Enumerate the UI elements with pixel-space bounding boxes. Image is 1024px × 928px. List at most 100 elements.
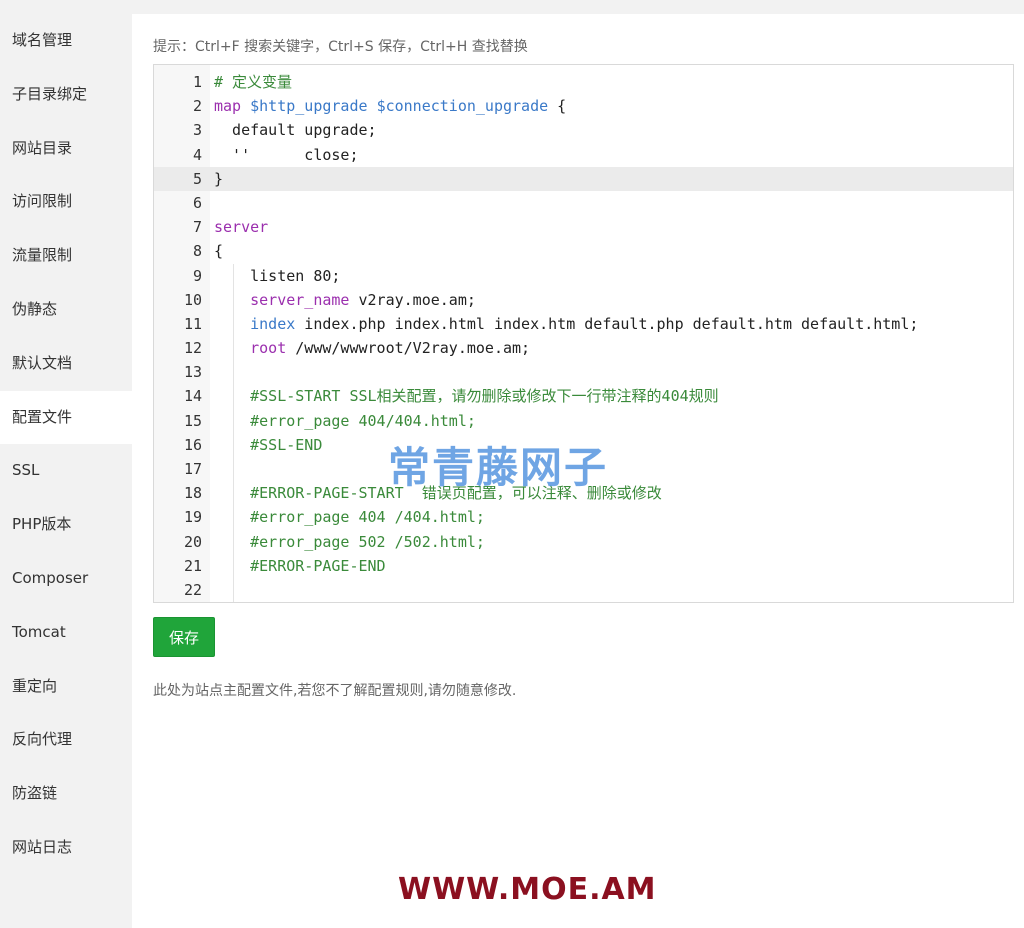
code-line[interactable]: 18 #ERROR-PAGE-START 错误页配置，可以注释、删除或修改 bbox=[154, 481, 1013, 506]
code-token-prop: server_name bbox=[250, 290, 350, 309]
top-bar bbox=[0, 0, 1024, 14]
code-token-plain: index.php index.html index.htm default.p… bbox=[295, 314, 919, 333]
code-line[interactable]: 20 #error_page 502 /502.html; bbox=[154, 529, 1013, 554]
line-code: #SSL-END bbox=[214, 433, 322, 457]
sidebar-item[interactable]: 域名管理 bbox=[0, 14, 132, 68]
sidebar-item[interactable]: Composer bbox=[0, 552, 132, 606]
code-token-var: $http_upgrade bbox=[250, 97, 368, 116]
sidebar-item[interactable]: 子目录绑定 bbox=[0, 68, 132, 122]
code-token-plain: default upgrade; bbox=[214, 121, 377, 140]
line-code: #ERROR-PAGE-END bbox=[214, 554, 386, 578]
line-code: '' close; bbox=[214, 143, 359, 167]
line-number: 8 bbox=[192, 242, 202, 261]
code-token-plain: '' close; bbox=[214, 145, 359, 164]
code-token-plain: } bbox=[214, 169, 224, 188]
code-line[interactable]: 11 index index.php index.html index.htm … bbox=[154, 311, 1013, 337]
code-content[interactable]: 1 # 定义变量 2 map $http_upgrade $connection_up… bbox=[154, 70, 1013, 602]
code-token-comment: #error_page 404 /404.html; bbox=[214, 508, 485, 527]
code-token-prop: root bbox=[250, 339, 287, 358]
code-token-comment: #error_page 404/404.html; bbox=[214, 411, 476, 430]
line-number: 18 bbox=[183, 484, 202, 503]
code-token-comment: #ERROR-PAGE-END bbox=[214, 556, 386, 575]
code-line[interactable]: 1 # 定义变量 bbox=[154, 70, 1013, 94]
line-number: 5 bbox=[154, 166, 202, 191]
line-code: # 定义变量 bbox=[214, 70, 292, 94]
code-line[interactable]: 6 bbox=[154, 191, 1013, 215]
line-code: server_name v2ray.moe.am; bbox=[214, 288, 476, 312]
sidebar-nav: 域名管理 子目录绑定 网站目录 访问限制 流量限制 伪静态 默认文档 配置文件 SSL PHP版本… bbox=[0, 14, 132, 928]
line-number: 21 bbox=[183, 556, 202, 575]
line-number: 9 bbox=[192, 266, 202, 285]
code-line[interactable]: 16 #SSL-END bbox=[154, 432, 1013, 457]
line-number: 14 bbox=[183, 387, 202, 406]
code-token-plain: { bbox=[214, 242, 224, 261]
code-token-comment: # 定义变量 bbox=[214, 73, 293, 91]
line-code: index index.php index.html index.htm def… bbox=[214, 312, 918, 336]
code-line[interactable]: 21 #ERROR-PAGE-END bbox=[154, 553, 1013, 578]
code-line[interactable]: 13 bbox=[154, 360, 1013, 385]
line-number: 11 bbox=[183, 314, 202, 333]
code-token-comment: #SSL-END bbox=[214, 435, 323, 454]
sidebar-item[interactable]: 流量限制 bbox=[0, 229, 132, 283]
sidebar-item[interactable]: 访问限制 bbox=[0, 175, 132, 229]
sidebar-item[interactable]: 配置文件 bbox=[0, 390, 132, 445]
line-number: 17 bbox=[183, 460, 202, 478]
sidebar-item[interactable]: Tomcat bbox=[0, 606, 132, 660]
line-code: #ERROR-PAGE-START 错误页配置，可以注释、删除或修改 bbox=[214, 481, 662, 505]
code-token-keyword: map bbox=[214, 97, 242, 116]
line-number: 16 bbox=[183, 435, 202, 454]
config-warning-note: 此处为站点主配置文件,若您不了解配置规则,请勿随意修改. bbox=[153, 683, 517, 699]
code-line[interactable]: 14 #SSL-START SSL相关配置，请勿删除或修改下一行带注释的404规… bbox=[154, 384, 1013, 409]
code-line[interactable]: 8{ bbox=[154, 239, 1013, 263]
code-line[interactable]: 5} bbox=[154, 166, 1013, 191]
code-line[interactable]: 4 '' close; bbox=[154, 143, 1013, 167]
sidebar-item[interactable]: 伪静态 bbox=[0, 283, 132, 337]
sidebar-item[interactable]: SSL bbox=[0, 444, 132, 498]
indent-guide bbox=[233, 457, 234, 482]
sidebar-item[interactable]: 默认文档 bbox=[0, 337, 132, 391]
code-line[interactable]: 10 server_name v2ray.moe.am; bbox=[154, 287, 1013, 312]
save-button[interactable]: 保存 bbox=[153, 617, 215, 657]
code-token-plain: listen 80; bbox=[214, 266, 341, 285]
code-token-var: $connection_upgrade bbox=[376, 97, 549, 116]
line-number: 1 bbox=[192, 73, 202, 91]
line-number: 19 bbox=[183, 508, 202, 527]
sidebar-item[interactable]: 防盗链 bbox=[0, 767, 132, 821]
sidebar-item[interactable]: 网站目录 bbox=[0, 122, 132, 176]
code-line[interactable]: 3 default upgrade; bbox=[154, 118, 1013, 142]
sidebar-item[interactable]: 网站日志 bbox=[0, 821, 132, 875]
code-line[interactable]: 7 server bbox=[154, 215, 1013, 239]
code-line[interactable]: 19 #error_page 404 /404.html; bbox=[154, 505, 1013, 530]
code-line[interactable]: 2 map $http_upgrade $connection_upgrade { bbox=[154, 94, 1013, 118]
line-number: 10 bbox=[183, 290, 202, 309]
code-line[interactable]: 17 bbox=[154, 457, 1013, 482]
line-number: 2 bbox=[192, 97, 202, 116]
code-token-keyword: server bbox=[214, 218, 269, 237]
line-number: 7 bbox=[192, 218, 202, 237]
sidebar-item[interactable]: PHP版本 bbox=[0, 498, 132, 552]
line-number: 3 bbox=[192, 121, 202, 140]
line-code: default upgrade; bbox=[214, 118, 377, 142]
code-editor[interactable]: 1 # 定义变量 2 map $http_upgrade $connection_up… bbox=[153, 64, 1014, 603]
code-line[interactable]: 22 bbox=[154, 577, 1013, 602]
line-number: 4 bbox=[192, 145, 202, 164]
code-token-plain: { bbox=[548, 97, 567, 116]
line-number: 12 bbox=[183, 339, 202, 358]
sidebar-item[interactable]: 重定向 bbox=[0, 660, 132, 714]
line-code: #error_page 502 /502.html; bbox=[214, 530, 485, 554]
code-token-comment: #SSL-START SSL相关配置，请勿删除或修改下一行带注释的404规则 bbox=[214, 387, 719, 406]
sidebar-item[interactable]: 反向代理 bbox=[0, 713, 132, 767]
line-number: 13 bbox=[183, 363, 202, 382]
code-line[interactable]: 15 #error_page 404/404.html; bbox=[154, 408, 1013, 433]
line-code: server bbox=[214, 215, 268, 239]
code-line[interactable]: 12 root /www/wwwroot/V2ray.moe.am; bbox=[154, 336, 1013, 361]
code-line[interactable]: 9 listen 80; bbox=[154, 263, 1013, 288]
line-code: } bbox=[214, 167, 223, 191]
line-number: 22 bbox=[183, 580, 202, 599]
line-code: #error_page 404 /404.html; bbox=[214, 505, 485, 529]
